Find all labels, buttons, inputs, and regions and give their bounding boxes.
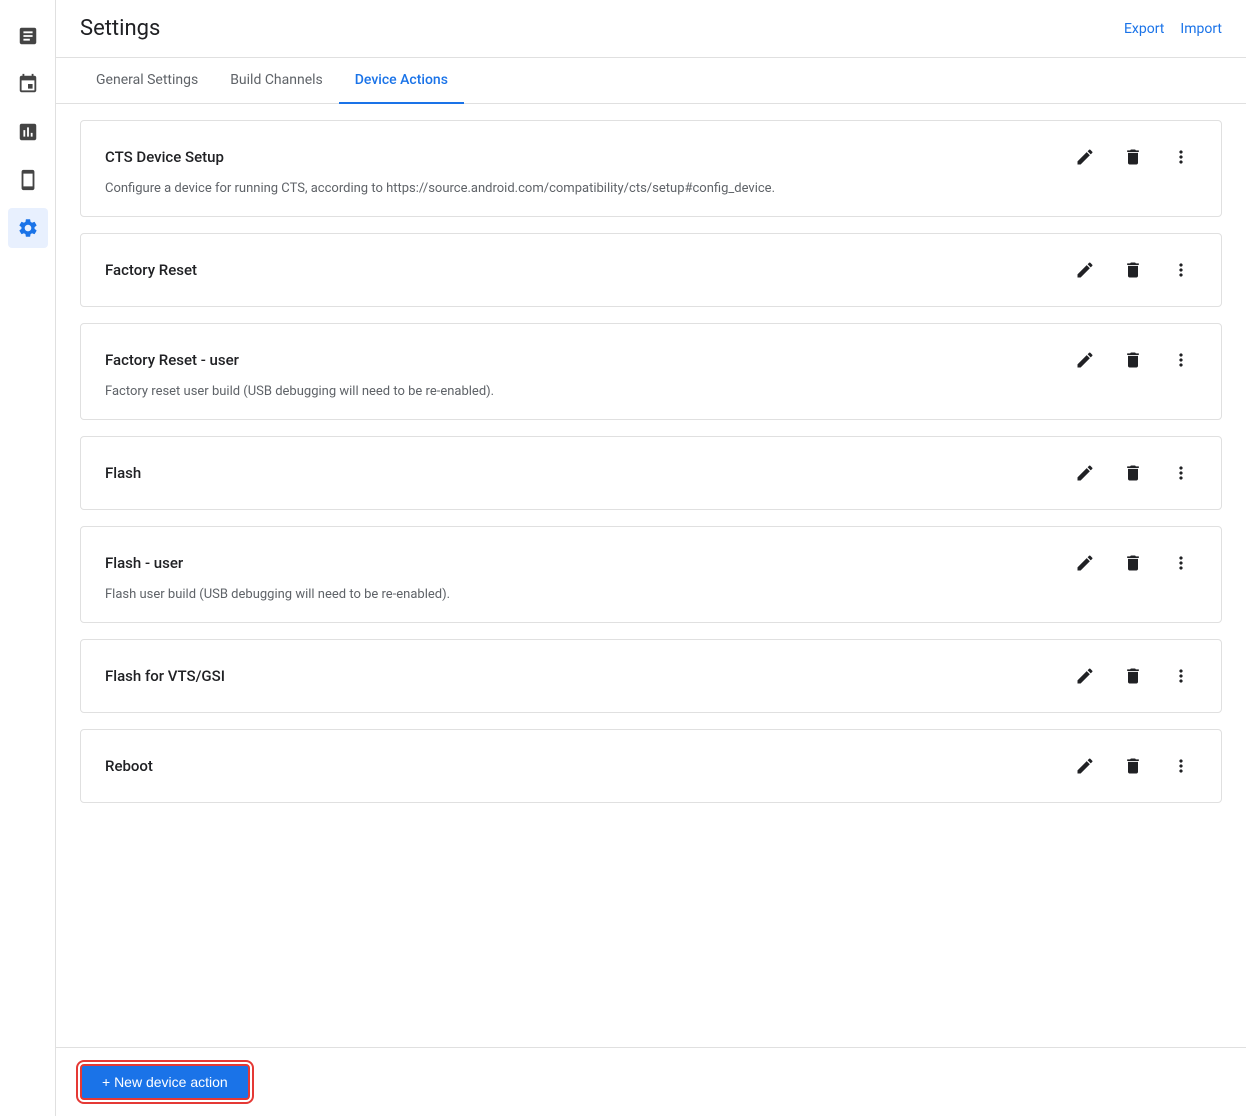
edit-action-button[interactable]	[1069, 547, 1101, 579]
bottom-bar: + New device action	[56, 1047, 1246, 1116]
action-card-header: Factory Reset	[105, 254, 1197, 286]
action-card-buttons	[1069, 344, 1197, 376]
action-card-header: Flash - user	[105, 547, 1197, 579]
action-card-title: CTS Device Setup	[105, 148, 224, 166]
delete-action-button[interactable]	[1117, 660, 1149, 692]
sidebar-item-settings[interactable]	[8, 208, 48, 248]
page-title: Settings	[80, 16, 160, 41]
action-card-buttons	[1069, 254, 1197, 286]
trash-icon	[1123, 350, 1143, 370]
action-card-header: Flash for VTS/GSI	[105, 660, 1197, 692]
more-icon	[1171, 553, 1191, 573]
sidebar-item-analytics[interactable]	[8, 112, 48, 152]
settings-icon	[17, 217, 39, 239]
more-action-button[interactable]	[1165, 660, 1197, 692]
action-card-buttons	[1069, 660, 1197, 692]
action-card-description: Configure a device for running CTS, acco…	[105, 181, 1197, 196]
tabs: General Settings Build Channels Device A…	[56, 58, 1246, 104]
import-link[interactable]: Import	[1180, 21, 1222, 37]
action-card-description: Flash user build (USB debugging will nee…	[105, 587, 1197, 602]
sidebar-item-devices[interactable]	[8, 160, 48, 200]
edit-action-button[interactable]	[1069, 660, 1101, 692]
delete-action-button[interactable]	[1117, 254, 1149, 286]
action-card: Factory Reset - user Factory reset user b…	[80, 323, 1222, 420]
more-icon	[1171, 147, 1191, 167]
delete-action-button[interactable]	[1117, 141, 1149, 173]
edit-icon	[1075, 147, 1095, 167]
edit-action-button[interactable]	[1069, 457, 1101, 489]
trash-icon	[1123, 756, 1143, 776]
tab-device-actions[interactable]: Device Actions	[339, 58, 464, 104]
more-icon	[1171, 756, 1191, 776]
more-action-button[interactable]	[1165, 750, 1197, 782]
more-action-button[interactable]	[1165, 547, 1197, 579]
sidebar-item-reports[interactable]	[8, 16, 48, 56]
trash-icon	[1123, 463, 1143, 483]
action-card: CTS Device Setup Configure a device for r…	[80, 120, 1222, 217]
header-actions: Export Import	[1124, 21, 1222, 37]
action-card-title: Factory Reset - user	[105, 351, 239, 369]
delete-action-button[interactable]	[1117, 457, 1149, 489]
page-header: Settings Export Import	[56, 0, 1246, 58]
trash-icon	[1123, 147, 1143, 167]
sidebar-item-calendar[interactable]	[8, 64, 48, 104]
tab-general-settings[interactable]: General Settings	[80, 58, 214, 104]
devices-icon	[17, 169, 39, 191]
edit-icon	[1075, 756, 1095, 776]
action-card-buttons	[1069, 457, 1197, 489]
more-action-button[interactable]	[1165, 254, 1197, 286]
action-card-header: Factory Reset - user	[105, 344, 1197, 376]
more-icon	[1171, 666, 1191, 686]
action-card: Flash	[80, 436, 1222, 510]
action-card-header: CTS Device Setup	[105, 141, 1197, 173]
delete-action-button[interactable]	[1117, 547, 1149, 579]
edit-action-button[interactable]	[1069, 750, 1101, 782]
trash-icon	[1123, 553, 1143, 573]
new-device-action-button[interactable]: + New device action	[80, 1064, 250, 1100]
action-card-buttons	[1069, 547, 1197, 579]
action-card: Flash - user Flash user build (USB debugg…	[80, 526, 1222, 623]
sidebar	[0, 0, 56, 1116]
edit-icon	[1075, 260, 1095, 280]
edit-action-button[interactable]	[1069, 344, 1101, 376]
action-card-buttons	[1069, 141, 1197, 173]
more-action-button[interactable]	[1165, 344, 1197, 376]
action-card-buttons	[1069, 750, 1197, 782]
trash-icon	[1123, 260, 1143, 280]
analytics-icon	[17, 121, 39, 143]
trash-icon	[1123, 666, 1143, 686]
delete-action-button[interactable]	[1117, 750, 1149, 782]
edit-icon	[1075, 350, 1095, 370]
more-icon	[1171, 260, 1191, 280]
edit-icon	[1075, 666, 1095, 686]
reports-icon	[17, 25, 39, 47]
export-link[interactable]: Export	[1124, 21, 1164, 37]
more-icon	[1171, 463, 1191, 483]
action-card-title: Factory Reset	[105, 261, 197, 279]
delete-action-button[interactable]	[1117, 344, 1149, 376]
action-card-title: Reboot	[105, 757, 153, 775]
main-content: Settings Export Import General Settings …	[56, 0, 1246, 1116]
action-card-title: Flash	[105, 464, 141, 482]
action-card-description: Factory reset user build (USB debugging …	[105, 384, 1197, 399]
edit-action-button[interactable]	[1069, 254, 1101, 286]
action-card: Reboot	[80, 729, 1222, 803]
tab-build-channels[interactable]: Build Channels	[214, 58, 339, 104]
action-card-header: Reboot	[105, 750, 1197, 782]
action-card-title: Flash - user	[105, 554, 183, 572]
action-card: Flash for VTS/GSI	[80, 639, 1222, 713]
action-card-header: Flash	[105, 457, 1197, 489]
more-icon	[1171, 350, 1191, 370]
action-card: Factory Reset	[80, 233, 1222, 307]
more-action-button[interactable]	[1165, 141, 1197, 173]
edit-action-button[interactable]	[1069, 141, 1101, 173]
more-action-button[interactable]	[1165, 457, 1197, 489]
edit-icon	[1075, 463, 1095, 483]
action-card-title: Flash for VTS/GSI	[105, 667, 225, 685]
calendar-icon	[17, 73, 39, 95]
edit-icon	[1075, 553, 1095, 573]
device-actions-list: CTS Device Setup Configure a device for r…	[56, 104, 1246, 1047]
